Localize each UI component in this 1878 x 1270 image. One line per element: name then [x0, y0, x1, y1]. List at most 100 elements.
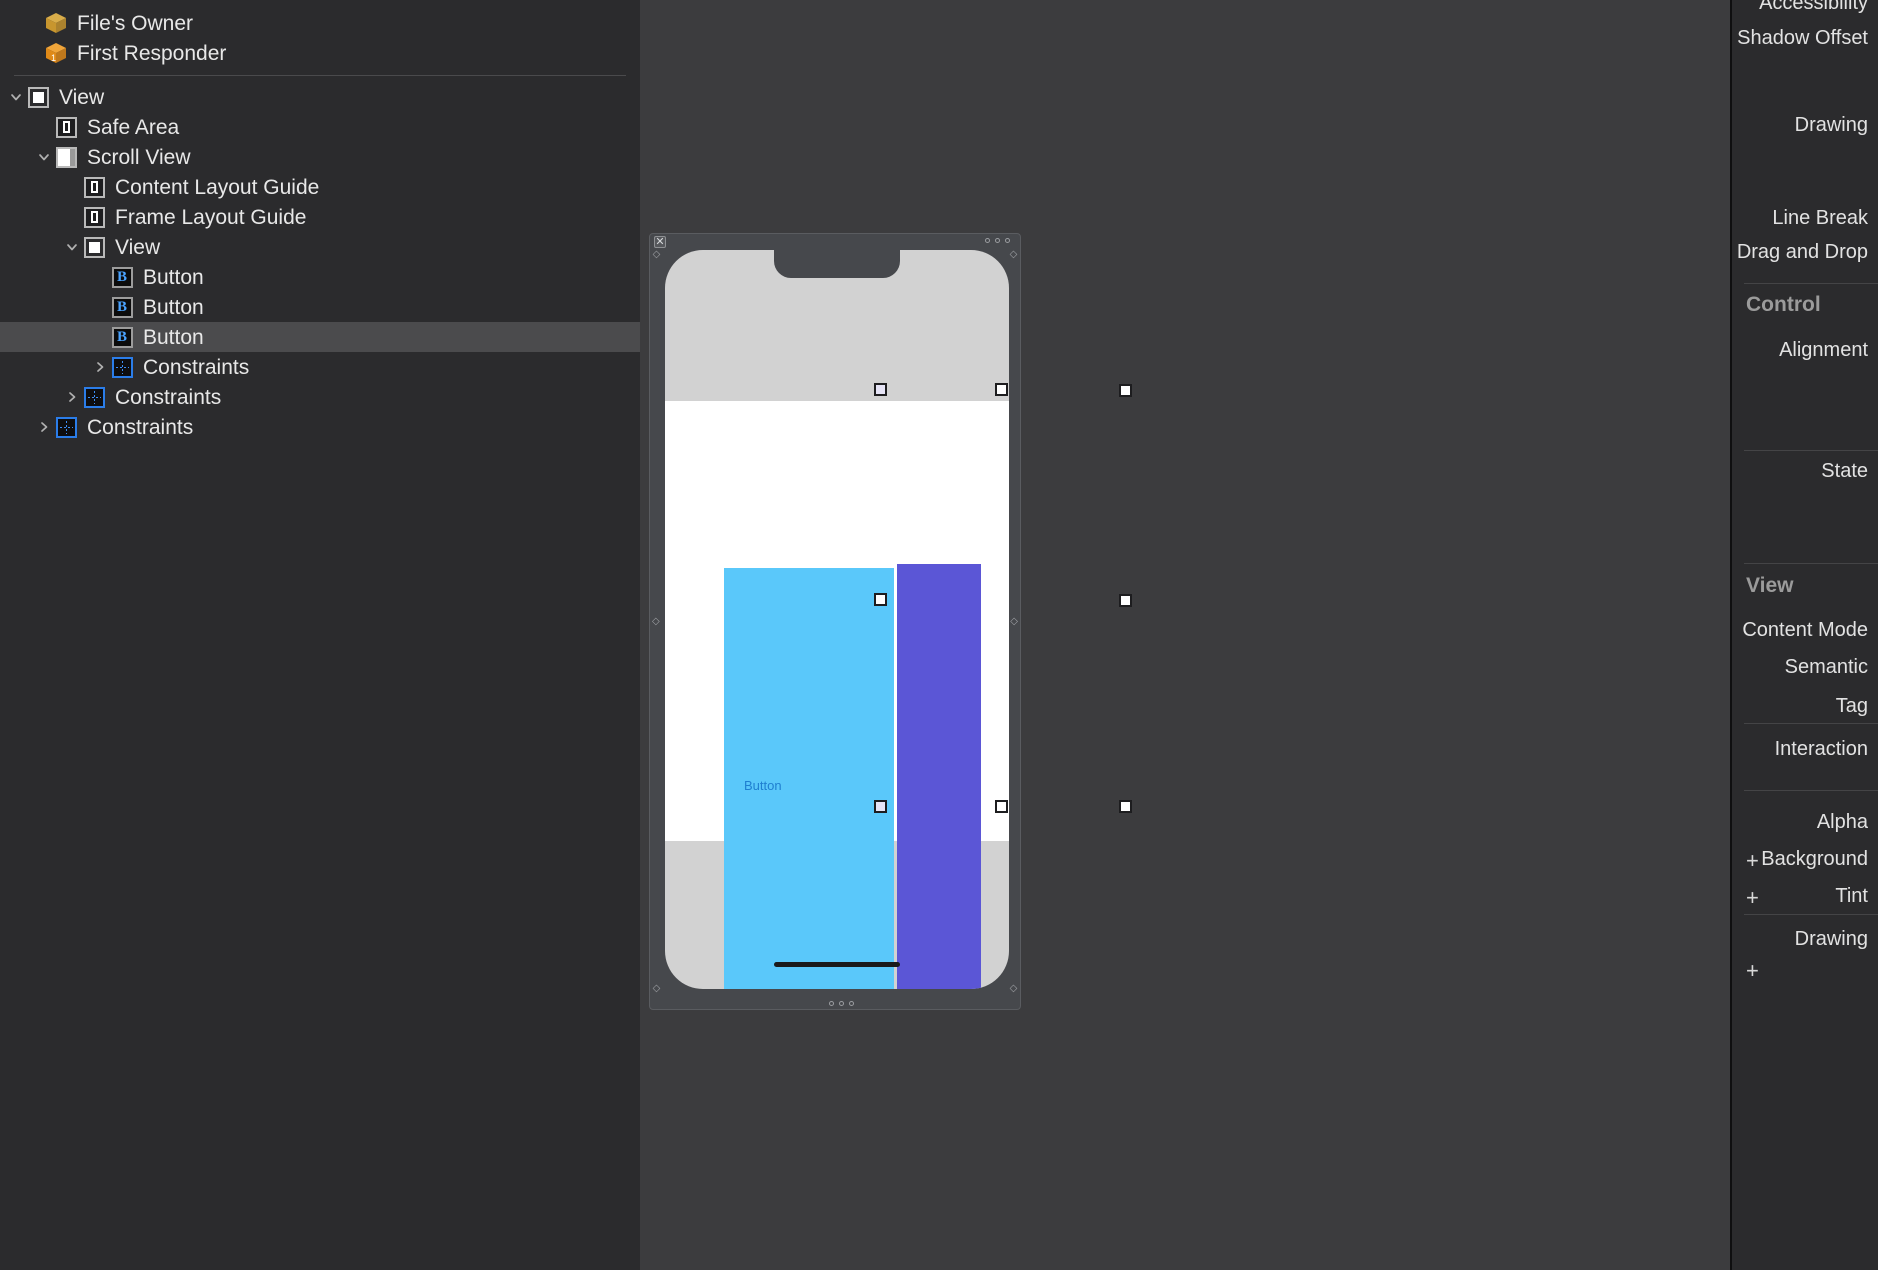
selection-handle-bottom-right[interactable]	[995, 800, 1008, 813]
outline-row-label: View	[115, 235, 161, 259]
corner-handle-bottom-right-icon[interactable]: ◇	[1009, 983, 1018, 993]
corner-handle-top-left-icon[interactable]: ◇	[652, 249, 661, 259]
canvas-handle-outer-top[interactable]	[1119, 384, 1132, 397]
outline-row-label: Button	[143, 325, 204, 349]
button-b-icon: B	[110, 265, 134, 289]
inspector-divider	[1744, 790, 1878, 791]
canvas-handle-outer-bottom[interactable]	[1119, 800, 1132, 813]
cube-yellow-icon	[44, 11, 68, 35]
outline-row-label: Constraints	[87, 415, 194, 439]
selection-handle-mid-left[interactable]	[874, 593, 887, 606]
xcode-interface-builder-window: File's Owner 1 First Responder View Safe Are…	[0, 0, 1878, 1270]
outline-row[interactable]: Safe Area	[0, 112, 640, 142]
outline-row-label: File's Owner	[77, 11, 194, 35]
outline-row[interactable]: 1 First Responder	[0, 38, 640, 68]
inspector-field-label: State	[1821, 460, 1868, 482]
constraints-icon	[82, 385, 106, 409]
corner-handle-top-right-icon[interactable]: ◇	[1009, 249, 1018, 259]
layout-guide-icon	[82, 175, 106, 199]
resize-dots-top-icon	[985, 238, 1010, 243]
resize-dots-bottom-icon	[829, 1001, 854, 1006]
close-icon[interactable]: ✕	[654, 236, 666, 248]
chevron-right-icon[interactable]	[62, 382, 82, 412]
inspector-section-header: Control	[1746, 293, 1821, 316]
outline-row-label: Constraints	[115, 385, 222, 409]
inspector-field-label: Alpha	[1816, 811, 1868, 833]
scroll-view-icon	[54, 145, 78, 169]
inspector-field-label: Tag	[1835, 695, 1868, 717]
add-icon[interactable]: +	[1746, 887, 1759, 909]
inspector-divider	[1744, 450, 1878, 451]
edge-handle-left-icon[interactable]: ◇	[652, 616, 660, 627]
outline-row-label: First Responder	[77, 41, 227, 65]
inspector-field-label: Line Break	[1772, 207, 1868, 229]
attributes-inspector-panel[interactable]: Accessibility Shadow Offset Drawing Line Br…	[1730, 0, 1878, 1270]
notch	[774, 250, 900, 278]
outline-separator	[14, 75, 626, 76]
add-icon[interactable]: +	[1746, 850, 1759, 872]
inspector-field-label: Semantic	[1784, 656, 1868, 678]
outline-row[interactable]: Content Layout Guide	[0, 172, 640, 202]
outline-row[interactable]: Constraints	[0, 412, 640, 442]
home-indicator	[774, 962, 900, 967]
outline-row[interactable]: B Button	[0, 322, 640, 352]
corner-handle-bottom-left-icon[interactable]: ◇	[652, 983, 661, 993]
outline-row[interactable]: Constraints	[0, 352, 640, 382]
device-titlebar: ✕	[650, 234, 1020, 248]
chevron-down-icon[interactable]	[34, 142, 54, 172]
layout-guide-icon	[82, 205, 106, 229]
outline-row-label: Safe Area	[87, 115, 180, 139]
storyboard-canvas[interactable]: ✕ ◇ ◇ ◇ ◇ ◇ ◇ Button	[640, 0, 1878, 1270]
chevron-right-icon[interactable]	[90, 352, 110, 382]
outline-row[interactable]: B Button	[0, 292, 640, 322]
selection-handle-bottom-left[interactable]	[874, 800, 887, 813]
cube-orange-icon: 1	[44, 41, 68, 65]
inspector-divider	[1744, 723, 1878, 724]
edge-handle-right-icon[interactable]: ◇	[1010, 616, 1018, 627]
outline-row[interactable]: Frame Layout Guide	[0, 202, 640, 232]
inspector-field-label: Shadow Offset	[1737, 27, 1868, 49]
selection-handle-top-left[interactable]	[874, 383, 887, 396]
document-outline-panel[interactable]: File's Owner 1 First Responder View Safe Are…	[0, 0, 640, 1270]
scroll-view-content-area[interactable]: Button	[665, 401, 1009, 989]
inspector-divider	[1744, 563, 1878, 564]
inspector-field-label: Tint	[1835, 885, 1868, 907]
button-cyan-label: Button	[744, 778, 782, 793]
outline-row-label: Button	[143, 265, 204, 289]
chevron-right-icon[interactable]	[34, 412, 54, 442]
outline-row[interactable]: Constraints	[0, 382, 640, 412]
canvas-inner: ✕ ◇ ◇ ◇ ◇ ◇ ◇ Button	[640, 0, 1878, 1270]
inspector-divider	[1744, 283, 1878, 284]
inspector-divider	[1744, 914, 1878, 915]
selection-handle-top-right[interactable]	[995, 383, 1008, 396]
outline-row-label: Constraints	[143, 355, 250, 379]
device-window-frame[interactable]: ✕ ◇ ◇ ◇ ◇ ◇ ◇ Button	[649, 233, 1021, 1010]
outline-row-label: Frame Layout Guide	[115, 205, 307, 229]
chevron-down-icon[interactable]	[6, 82, 26, 112]
chevron-down-icon[interactable]	[62, 232, 82, 262]
outline-row[interactable]: View	[0, 232, 640, 262]
button-purple-selected[interactable]	[897, 564, 981, 989]
outline-row-label: Content Layout Guide	[115, 175, 320, 199]
button-cyan[interactable]: Button	[724, 568, 894, 989]
outline-row-label: Button	[143, 295, 204, 319]
outline-row[interactable]: View	[0, 82, 640, 112]
outline-row[interactable]: File's Owner	[0, 8, 640, 38]
canvas-handle-outer-middle[interactable]	[1119, 594, 1132, 607]
view-square-icon	[82, 235, 106, 259]
outline-row-label: Scroll View	[87, 145, 191, 169]
iphone-preview[interactable]: Button	[665, 250, 1009, 989]
outline-row[interactable]: Scroll View	[0, 142, 640, 172]
inspector-field-label: Content Mode	[1742, 619, 1868, 641]
inspector-section-header: View	[1746, 574, 1794, 597]
outline-row[interactable]: B Button	[0, 262, 640, 292]
svg-text:1: 1	[51, 53, 56, 63]
inspector-field-label: Drawing	[1794, 928, 1868, 950]
add-icon[interactable]: +	[1746, 960, 1759, 982]
button-b-icon: B	[110, 295, 134, 319]
inspector-field-label: Interaction	[1774, 738, 1868, 760]
